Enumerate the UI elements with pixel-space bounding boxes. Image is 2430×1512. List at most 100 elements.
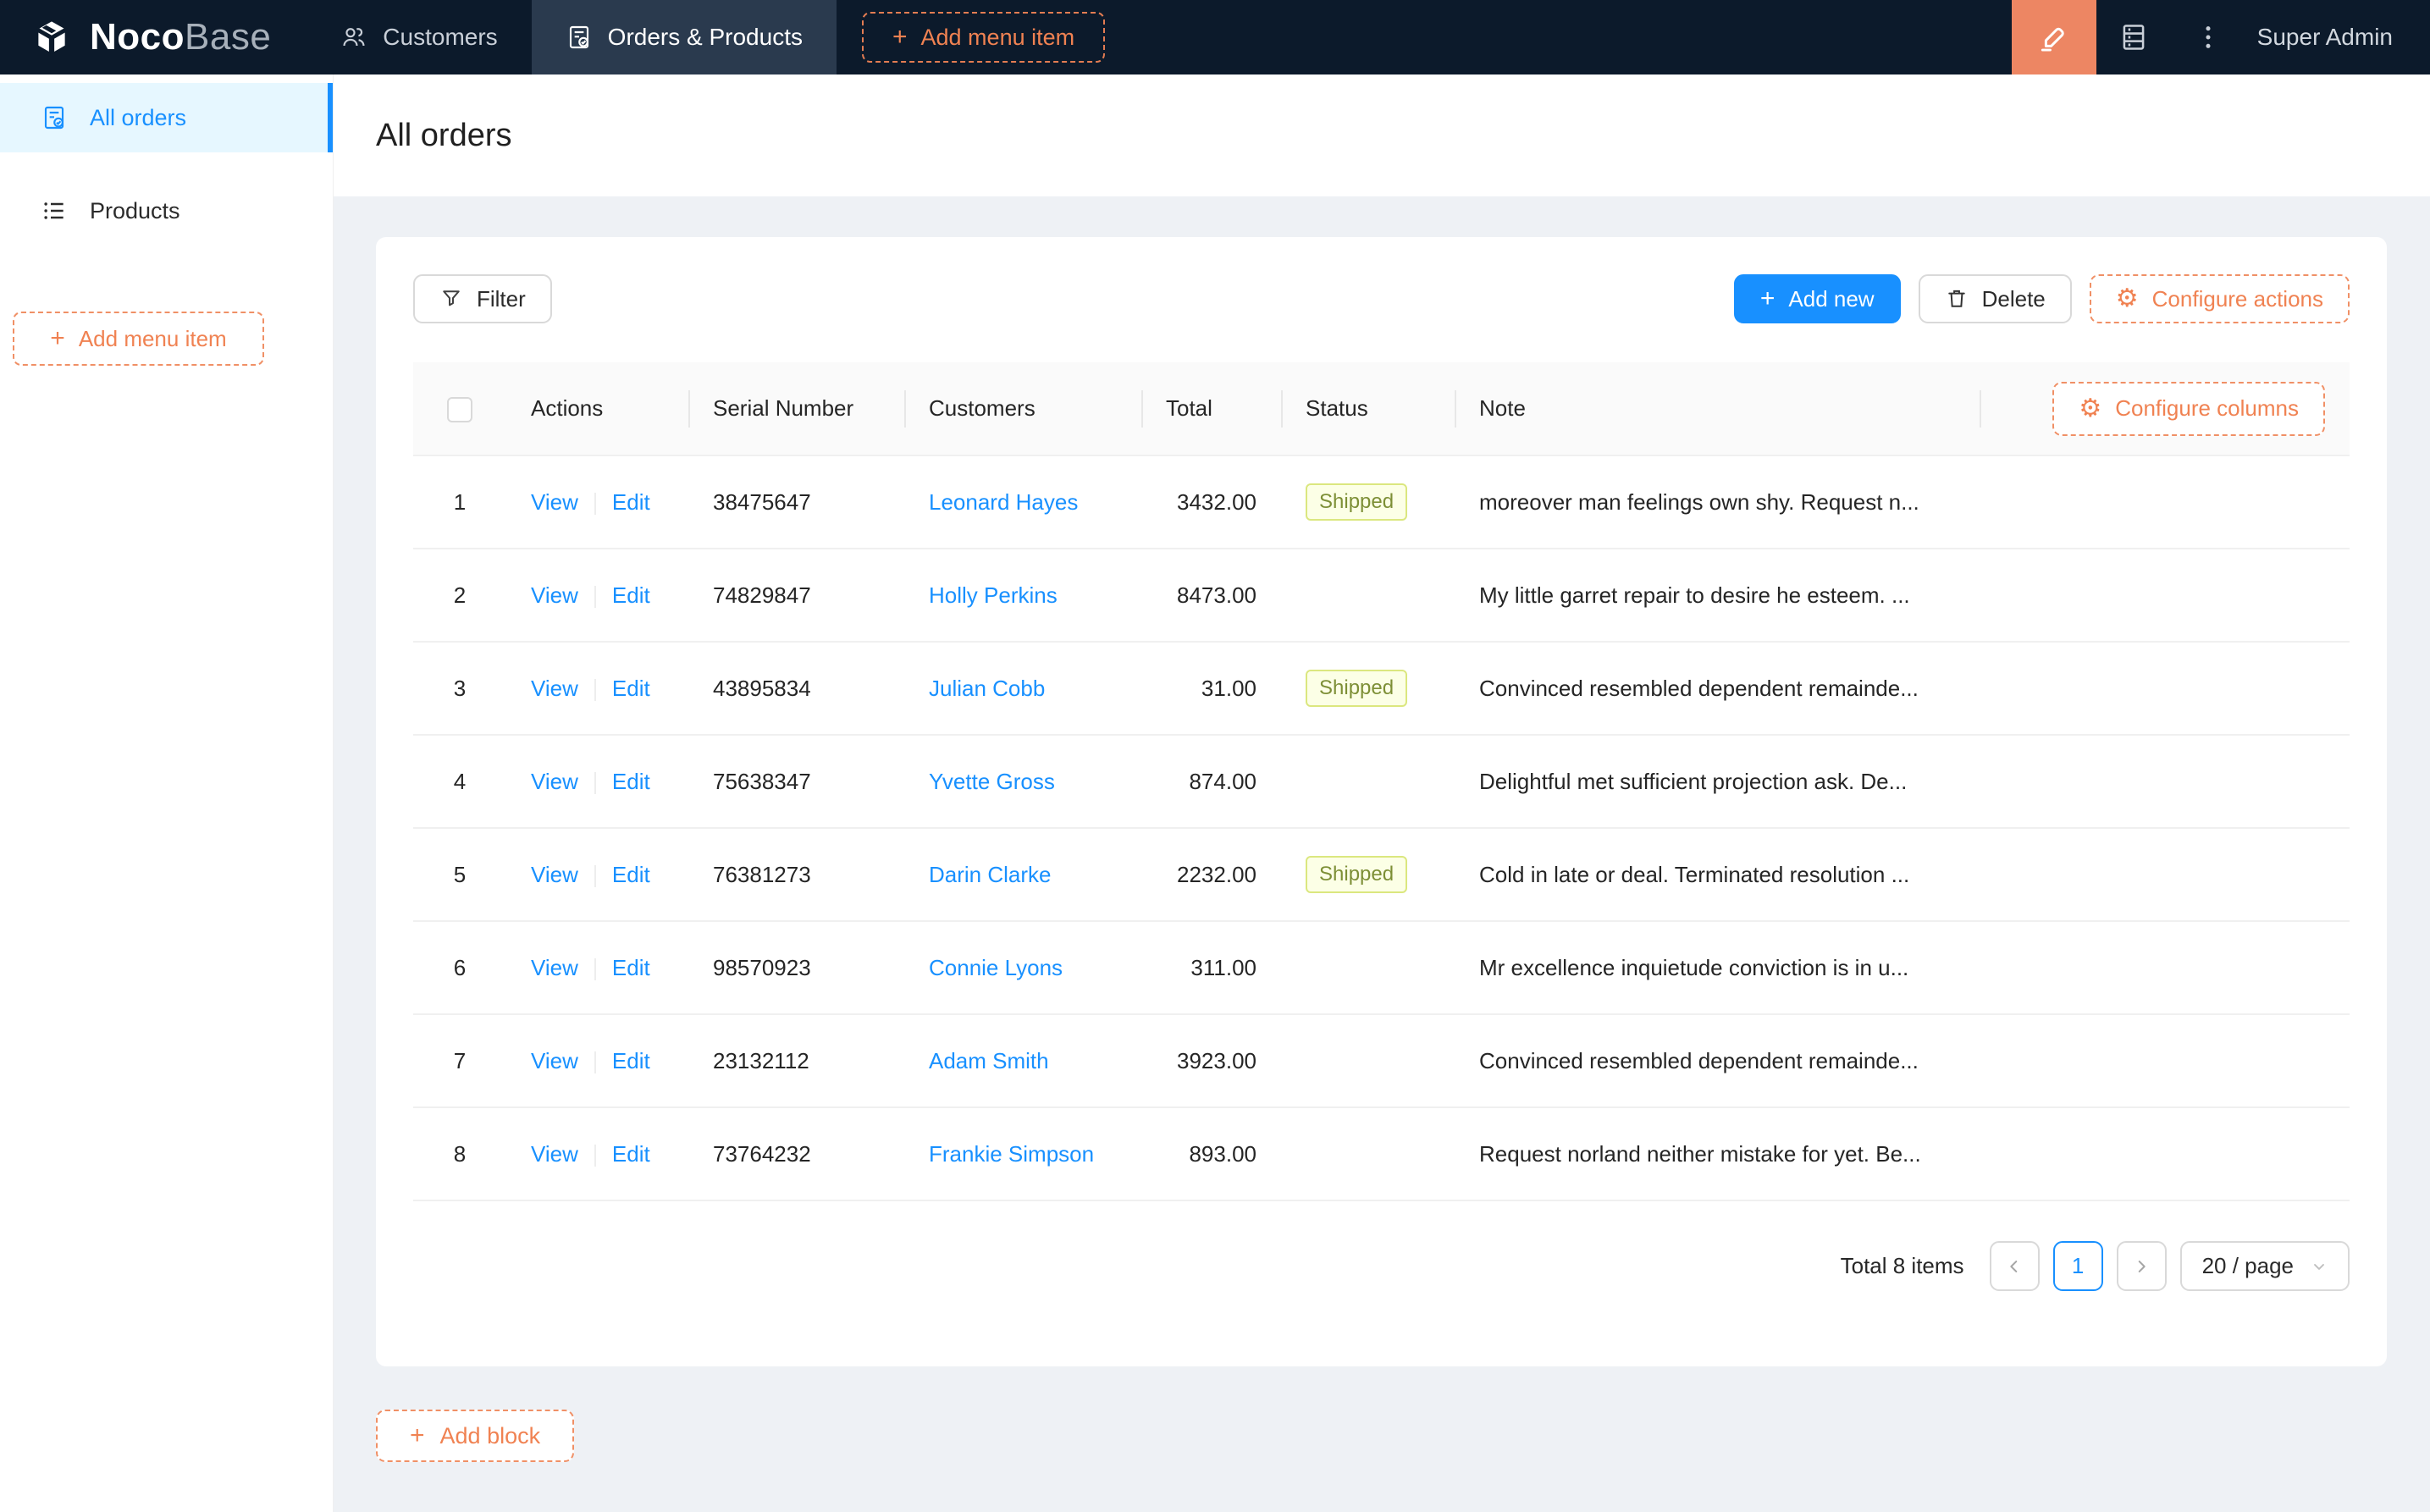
serial-number-cell: 98570923	[688, 921, 904, 1015]
serial-number-cell: 23132112	[688, 1014, 904, 1108]
status-badge: Shipped	[1306, 483, 1408, 521]
ui-editor-button[interactable]	[2011, 0, 2096, 74]
view-link[interactable]: View	[531, 862, 578, 887]
orders-table: Actions Serial Number Customers Total St…	[413, 362, 2350, 1201]
serial-number-cell: 73764232	[688, 1107, 904, 1201]
more-menu-button[interactable]	[2171, 0, 2245, 74]
customer-link[interactable]: Yvette Gross	[929, 769, 1055, 794]
customer-link[interactable]: Darin Clarke	[929, 862, 1052, 887]
edit-link[interactable]: Edit	[612, 1141, 650, 1167]
total-cell: 3923.00	[1141, 1014, 1281, 1108]
table-row: 8 View Edit 73764232 Frankie Simpson 893.…	[413, 1107, 2350, 1201]
customer-link[interactable]: Frankie Simpson	[929, 1141, 1094, 1167]
edit-link[interactable]: Edit	[612, 489, 650, 515]
chevron-right-icon	[2138, 1260, 2146, 1272]
sidebar-item-products[interactable]: Products	[0, 176, 333, 246]
view-link[interactable]: View	[531, 769, 578, 794]
vertical-ellipsis-icon	[2206, 26, 2211, 48]
customer-link[interactable]: Adam Smith	[929, 1048, 1049, 1073]
serial-number-cell: 43895834	[688, 642, 904, 736]
previous-page-button[interactable]	[1989, 1241, 2040, 1291]
customer-link[interactable]: Leonard Hayes	[929, 489, 1078, 515]
table-row: 3 View Edit 43895834 Julian Cobb 31.00 Sh…	[413, 642, 2350, 736]
row-index: 3	[453, 675, 467, 701]
column-header-actions: Actions	[506, 362, 688, 455]
total-cell: 874.00	[1141, 735, 1281, 829]
toolbar-actions: + Add new Delete ⚙ Configure actions	[1733, 274, 2350, 323]
row-index: 7	[453, 1047, 467, 1073]
total-cell: 893.00	[1141, 1107, 1281, 1201]
chevron-down-icon	[2314, 1263, 2324, 1270]
edit-link[interactable]: Edit	[612, 582, 650, 608]
row-index: 1	[453, 488, 467, 515]
user-menu[interactable]: Super Admin	[2245, 0, 2430, 74]
filter-icon	[443, 290, 460, 306]
table-body: 1 View Edit 38475647 Leonard Hayes 3432.0…	[413, 455, 2350, 1201]
orders-table-card: Filter + Add new Delete ⚙ Configure acti…	[376, 237, 2387, 1366]
page-size-select[interactable]: 20 / page	[2179, 1241, 2350, 1291]
configure-actions-button[interactable]: ⚙ Configure actions	[2089, 274, 2350, 323]
table-row: 2 View Edit 74829847 Holly Perkins 8473.0…	[413, 549, 2350, 643]
edit-link[interactable]: Edit	[612, 676, 650, 701]
tab-label: Orders & Products	[607, 24, 803, 50]
edit-link[interactable]: Edit	[612, 769, 650, 794]
tab-label: Customers	[383, 24, 498, 50]
table-row: 6 View Edit 98570923 Connie Lyons 311.00 …	[413, 921, 2350, 1015]
table-toolbar: Filter + Add new Delete ⚙ Configure acti…	[413, 274, 2350, 323]
divider	[594, 1051, 596, 1073]
configure-columns-button[interactable]: ⚙ Configure columns	[2052, 381, 2325, 436]
pagination: Total 8 items 1 20 / page	[413, 1241, 2350, 1291]
add-block-button[interactable]: + Add block	[376, 1410, 575, 1462]
edit-link[interactable]: Edit	[612, 955, 650, 980]
nocobase-logo-icon	[36, 19, 68, 55]
view-link[interactable]: View	[531, 582, 578, 608]
divider	[594, 1144, 596, 1167]
form-check-icon	[44, 106, 64, 130]
total-cell: 31.00	[1141, 642, 1281, 736]
table-row: 5 View Edit 76381273 Darin Clarke 2232.00…	[413, 828, 2350, 922]
gear-icon: ⚙	[2115, 284, 2139, 312]
note-cell: moreover man feelings own shy. Request n…	[1455, 455, 1980, 549]
customer-link[interactable]: Holly Perkins	[929, 582, 1058, 608]
add-new-button[interactable]: + Add new	[1733, 274, 1901, 323]
view-link[interactable]: View	[531, 955, 578, 980]
tab-customers[interactable]: Customers	[307, 0, 531, 74]
sidebar: All orders Products + Add menu item	[0, 74, 334, 1512]
note-cell: Delightful met sufficient projection ask…	[1455, 735, 1980, 829]
divider	[594, 771, 596, 794]
divider	[594, 585, 596, 608]
customer-link[interactable]: Connie Lyons	[929, 955, 1063, 980]
brand-text: NocoBase	[90, 16, 272, 58]
status-badge: Shipped	[1306, 670, 1408, 707]
divider	[594, 492, 596, 515]
edit-link[interactable]: Edit	[612, 1048, 650, 1073]
note-cell: My little garret repair to desire he est…	[1455, 549, 1980, 643]
row-index: 2	[453, 582, 467, 608]
next-page-button[interactable]	[2116, 1241, 2167, 1291]
topbar-add-menu-item-button[interactable]: + Add menu item	[861, 12, 1106, 63]
delete-button[interactable]: Delete	[1918, 274, 2072, 323]
divider	[594, 957, 596, 980]
view-link[interactable]: View	[531, 676, 578, 701]
sidebar-item-all-orders[interactable]: All orders	[0, 83, 333, 152]
page-1-button[interactable]: 1	[2052, 1241, 2103, 1291]
filter-button[interactable]: Filter	[413, 274, 552, 323]
row-index: 8	[453, 1140, 467, 1167]
note-cell: Convinced resembled dependent remainde..…	[1455, 1014, 1980, 1108]
column-header-total: Total	[1141, 362, 1281, 455]
sidebar-item-label: Products	[90, 197, 180, 223]
tab-orders-products[interactable]: Orders & Products	[531, 0, 837, 74]
list-icon	[44, 202, 64, 219]
logo[interactable]: NocoBase	[0, 0, 307, 74]
row-index: 5	[453, 861, 467, 887]
customer-link[interactable]: Julian Cobb	[929, 676, 1045, 701]
view-link[interactable]: View	[531, 1141, 578, 1167]
sidebar-add-menu-item-button[interactable]: + Add menu item	[13, 312, 264, 366]
divider	[594, 678, 596, 701]
plugins-button[interactable]	[2096, 0, 2171, 74]
view-link[interactable]: View	[531, 489, 578, 515]
view-link[interactable]: View	[531, 1048, 578, 1073]
select-all-checkbox[interactable]	[447, 396, 472, 422]
edit-link[interactable]: Edit	[612, 862, 650, 887]
